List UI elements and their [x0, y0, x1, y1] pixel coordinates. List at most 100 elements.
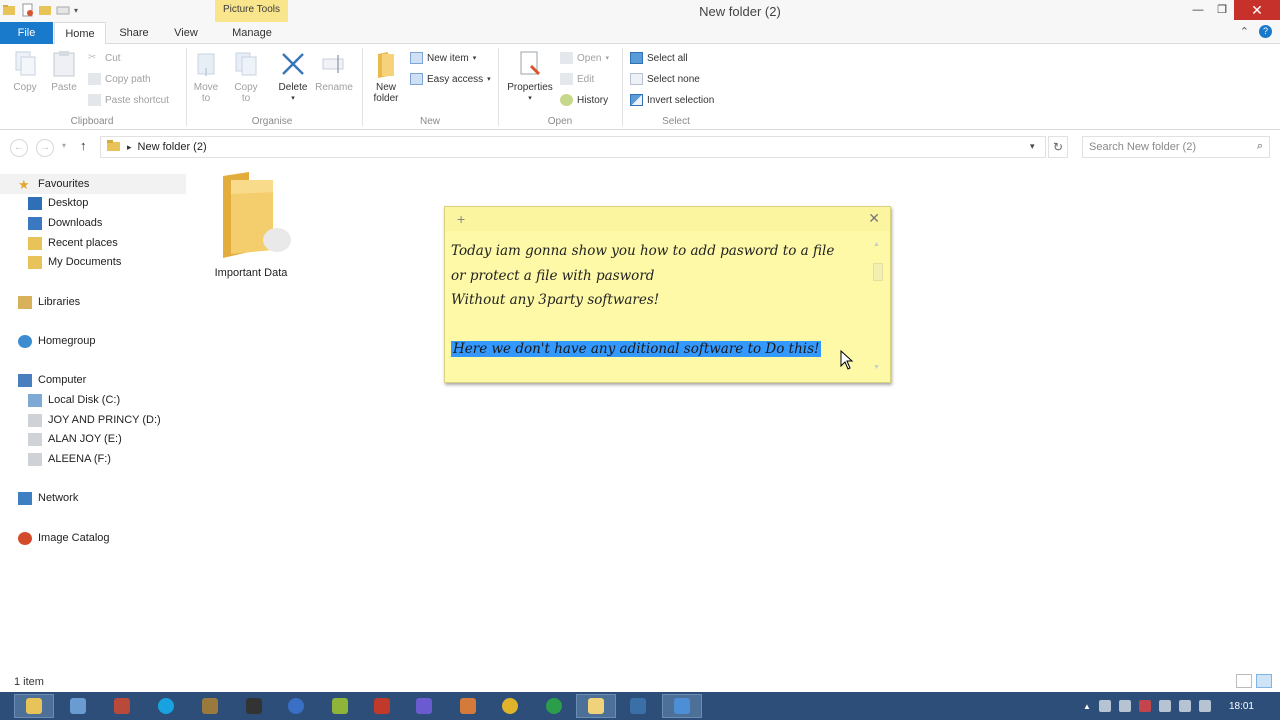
invert-selection-button[interactable]: Invert selection [630, 94, 714, 106]
search-input[interactable]: Search New folder (2) ⌕ [1082, 136, 1270, 158]
nav-desktop[interactable]: Desktop [28, 193, 88, 213]
nav-drive-e[interactable]: ALAN JOY (E:) [28, 429, 122, 449]
tab-file[interactable]: File [0, 22, 53, 44]
properties-button[interactable]: Properties ▾ [504, 50, 556, 104]
note-line: or protect a file with pasword [451, 267, 655, 284]
breadcrumb-chevron-icon[interactable]: ▸ [127, 142, 132, 153]
folder-label: Important Data [214, 267, 288, 279]
move-to-button[interactable]: Move to [190, 50, 222, 104]
taskbar-app-10[interactable] [448, 694, 488, 718]
refresh-button[interactable]: ↻ [1048, 136, 1068, 158]
nav-drive-d[interactable]: JOY AND PRINCY (D:) [28, 410, 161, 430]
copy-button[interactable]: Copy [8, 50, 42, 93]
taskbar-explorer[interactable] [14, 694, 54, 718]
tab-view[interactable]: View [160, 22, 212, 44]
taskbar-app-14[interactable] [618, 694, 658, 718]
easy-access-button[interactable]: Easy access ▾ [410, 73, 491, 85]
details-view-button[interactable] [1236, 674, 1252, 688]
taskbar-skype[interactable] [146, 694, 186, 718]
taskbar-app-1[interactable] [58, 694, 98, 718]
cut-button[interactable]: ✂ Cut [88, 52, 121, 64]
close-button[interactable]: ✕ [1234, 0, 1280, 20]
open-button[interactable]: Open ▾ [560, 52, 609, 64]
new-folder-button[interactable]: New folder [368, 50, 404, 104]
history-button[interactable]: History [560, 94, 608, 106]
note-scrollbar[interactable]: ▲ ▼ [872, 241, 884, 371]
clock[interactable]: 18:01 [1229, 701, 1254, 712]
taskbar-app-6[interactable] [276, 694, 316, 718]
recent-locations-dropdown[interactable]: ▾ [62, 141, 66, 150]
nav-drive-c[interactable]: Local Disk (C:) [28, 390, 120, 410]
volume-icon[interactable] [1198, 700, 1211, 712]
help-icon[interactable]: ? [1259, 25, 1272, 38]
taskbar-file-explorer-window[interactable] [576, 694, 616, 718]
taskbar-app-8[interactable] [362, 694, 402, 718]
new-item-button[interactable]: New item ▾ [410, 52, 476, 64]
explorer-icon [26, 698, 42, 714]
nav-favourites[interactable]: ★ Favourites [0, 174, 186, 194]
delete-note-icon[interactable]: ✕ [868, 210, 880, 227]
breadcrumb-current[interactable]: New folder (2) [138, 141, 207, 153]
select-all-icon [630, 52, 643, 64]
taskbar-app-12[interactable] [534, 694, 574, 718]
network-icon [18, 491, 32, 505]
minimize-button[interactable]: — [1186, 0, 1210, 20]
network-icon[interactable] [1178, 700, 1191, 712]
maximize-button[interactable]: ❐ [1210, 0, 1234, 20]
sticky-note-text[interactable]: Today iam gonna show you how to add pasw… [451, 239, 861, 362]
move-to-icon [193, 50, 219, 78]
delete-button[interactable]: Delete ▾ [274, 50, 312, 104]
show-hidden-icons[interactable]: ▲ [1083, 702, 1091, 711]
selected-note-line: Here we don't have any aditional softwar… [451, 341, 822, 357]
add-note-icon[interactable]: + [457, 211, 465, 227]
scroll-thumb[interactable] [873, 263, 883, 281]
tab-home[interactable]: Home [54, 22, 106, 45]
nav-recent-places[interactable]: Recent places [28, 233, 118, 253]
tray-icon[interactable] [1118, 700, 1131, 712]
tray-icon[interactable] [1138, 700, 1151, 712]
taskbar-app-7[interactable] [320, 694, 360, 718]
back-button[interactable]: ← [10, 139, 28, 157]
paste-shortcut-button[interactable]: Paste shortcut [88, 94, 169, 106]
taskbar-chrome[interactable] [490, 694, 530, 718]
tray-icon[interactable] [1098, 700, 1111, 712]
nav-downloads[interactable]: Downloads [28, 213, 102, 233]
up-arrow-icon[interactable]: ↑ [80, 138, 87, 153]
taskbar-app-9[interactable] [404, 694, 444, 718]
nav-homegroup[interactable]: Homegroup [18, 331, 95, 351]
nav-network[interactable]: Network [18, 488, 78, 508]
minimize-ribbon-icon[interactable]: ⌃ [1240, 25, 1249, 38]
search-icon: ⌕ [1256, 140, 1263, 152]
nav-image-catalog[interactable]: Image Catalog [18, 528, 110, 548]
taskbar-app-4[interactable] [190, 694, 230, 718]
paste-button[interactable]: Paste [46, 50, 82, 93]
folder-item[interactable]: Important Data [205, 170, 297, 279]
scroll-up-icon[interactable]: ▲ [873, 241, 880, 248]
sticky-note[interactable]: + ✕ Today iam gonna show you how to add … [444, 206, 891, 383]
taskbar-app-5[interactable] [234, 694, 274, 718]
address-bar[interactable]: ▸ New folder (2) [100, 136, 1046, 158]
large-icons-view-button[interactable] [1256, 674, 1272, 688]
address-dropdown-icon[interactable]: ▾ [1030, 141, 1035, 152]
mouse-cursor-icon [840, 350, 854, 370]
copy-to-button[interactable]: Copy to [230, 50, 262, 104]
rename-button[interactable]: Rename [314, 50, 354, 93]
forward-button[interactable]: → [36, 139, 54, 157]
nav-drive-f[interactable]: ALEENA (F:) [28, 449, 111, 469]
nav-my-documents[interactable]: My Documents [28, 252, 121, 272]
taskbar-app-2[interactable] [102, 694, 142, 718]
copy-path-button[interactable]: Copy path [88, 73, 151, 85]
nav-libraries[interactable]: Libraries [18, 292, 80, 312]
tab-share[interactable]: Share [108, 22, 160, 44]
edit-button[interactable]: Edit [560, 73, 594, 85]
ribbon: Copy Paste ✂ Cut Copy path Paste shortcut… [0, 44, 1280, 130]
action-center-flag-icon[interactable] [1158, 700, 1171, 712]
select-all-button[interactable]: Select all [630, 52, 688, 64]
select-none-button[interactable]: Select none [630, 73, 700, 85]
recent-places-icon [28, 236, 42, 250]
organise-group-label: Organise [251, 116, 293, 127]
tab-manage[interactable]: Manage [216, 22, 288, 44]
scroll-down-icon[interactable]: ▼ [873, 364, 880, 371]
taskbar-sticky-notes[interactable] [662, 694, 702, 718]
nav-computer[interactable]: Computer [18, 370, 86, 390]
